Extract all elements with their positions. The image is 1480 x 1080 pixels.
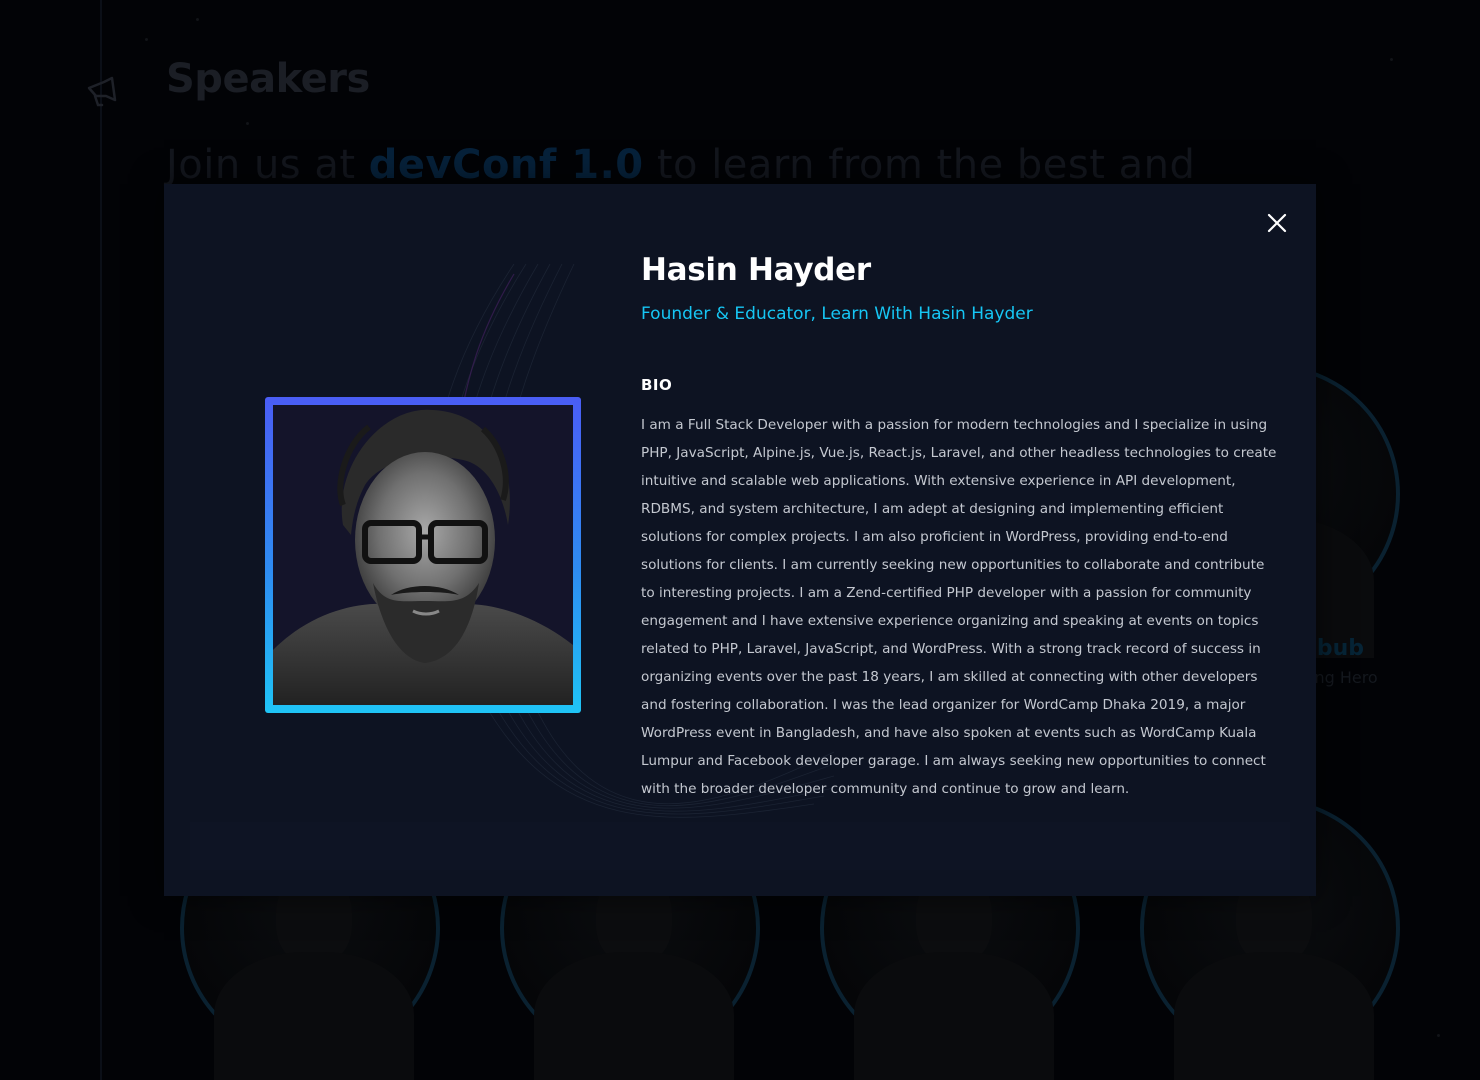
speaker-photo bbox=[273, 405, 573, 705]
avatar-silhouette bbox=[534, 952, 734, 1080]
headline-highlight: devConf 1.0 bbox=[368, 142, 644, 188]
decor-dot bbox=[196, 18, 199, 21]
speaker-name: Hasin Hayder bbox=[641, 252, 871, 288]
avatar-silhouette bbox=[214, 952, 414, 1080]
headline-prefix: Join us at bbox=[166, 142, 369, 188]
close-icon[interactable] bbox=[1260, 206, 1294, 240]
section-headline: Join us at devConf 1.0 to learn from the… bbox=[166, 142, 1195, 188]
speaker-card-role: ing Hero bbox=[1310, 668, 1378, 687]
avatar-silhouette bbox=[854, 952, 1054, 1080]
speaker-portrait bbox=[273, 405, 573, 705]
decor-dot bbox=[1390, 58, 1393, 61]
speakers-page: Speakers Join us at devConf 1.0 to learn… bbox=[0, 0, 1480, 1080]
timeline-rail bbox=[100, 0, 102, 1080]
avatar-silhouette bbox=[1174, 952, 1374, 1080]
section-title: Speakers bbox=[166, 56, 370, 102]
decor-dot bbox=[1437, 1034, 1440, 1037]
bio-text: I am a Full Stack Developer with a passi… bbox=[641, 417, 1277, 797]
headline-suffix: to learn from the best and bbox=[643, 142, 1196, 188]
speaker-modal: Hasin Hayder Founder & Educator, Learn W… bbox=[164, 184, 1316, 896]
decor-dot bbox=[246, 122, 249, 125]
bio-heading: BIO bbox=[641, 376, 673, 394]
speaker-role: Founder & Educator, Learn With Hasin Hay… bbox=[641, 304, 1033, 324]
megaphone-icon bbox=[87, 76, 117, 107]
speaker-photo-frame bbox=[265, 397, 581, 713]
decor-dot bbox=[145, 38, 148, 41]
modal-footer-area bbox=[190, 822, 1290, 870]
